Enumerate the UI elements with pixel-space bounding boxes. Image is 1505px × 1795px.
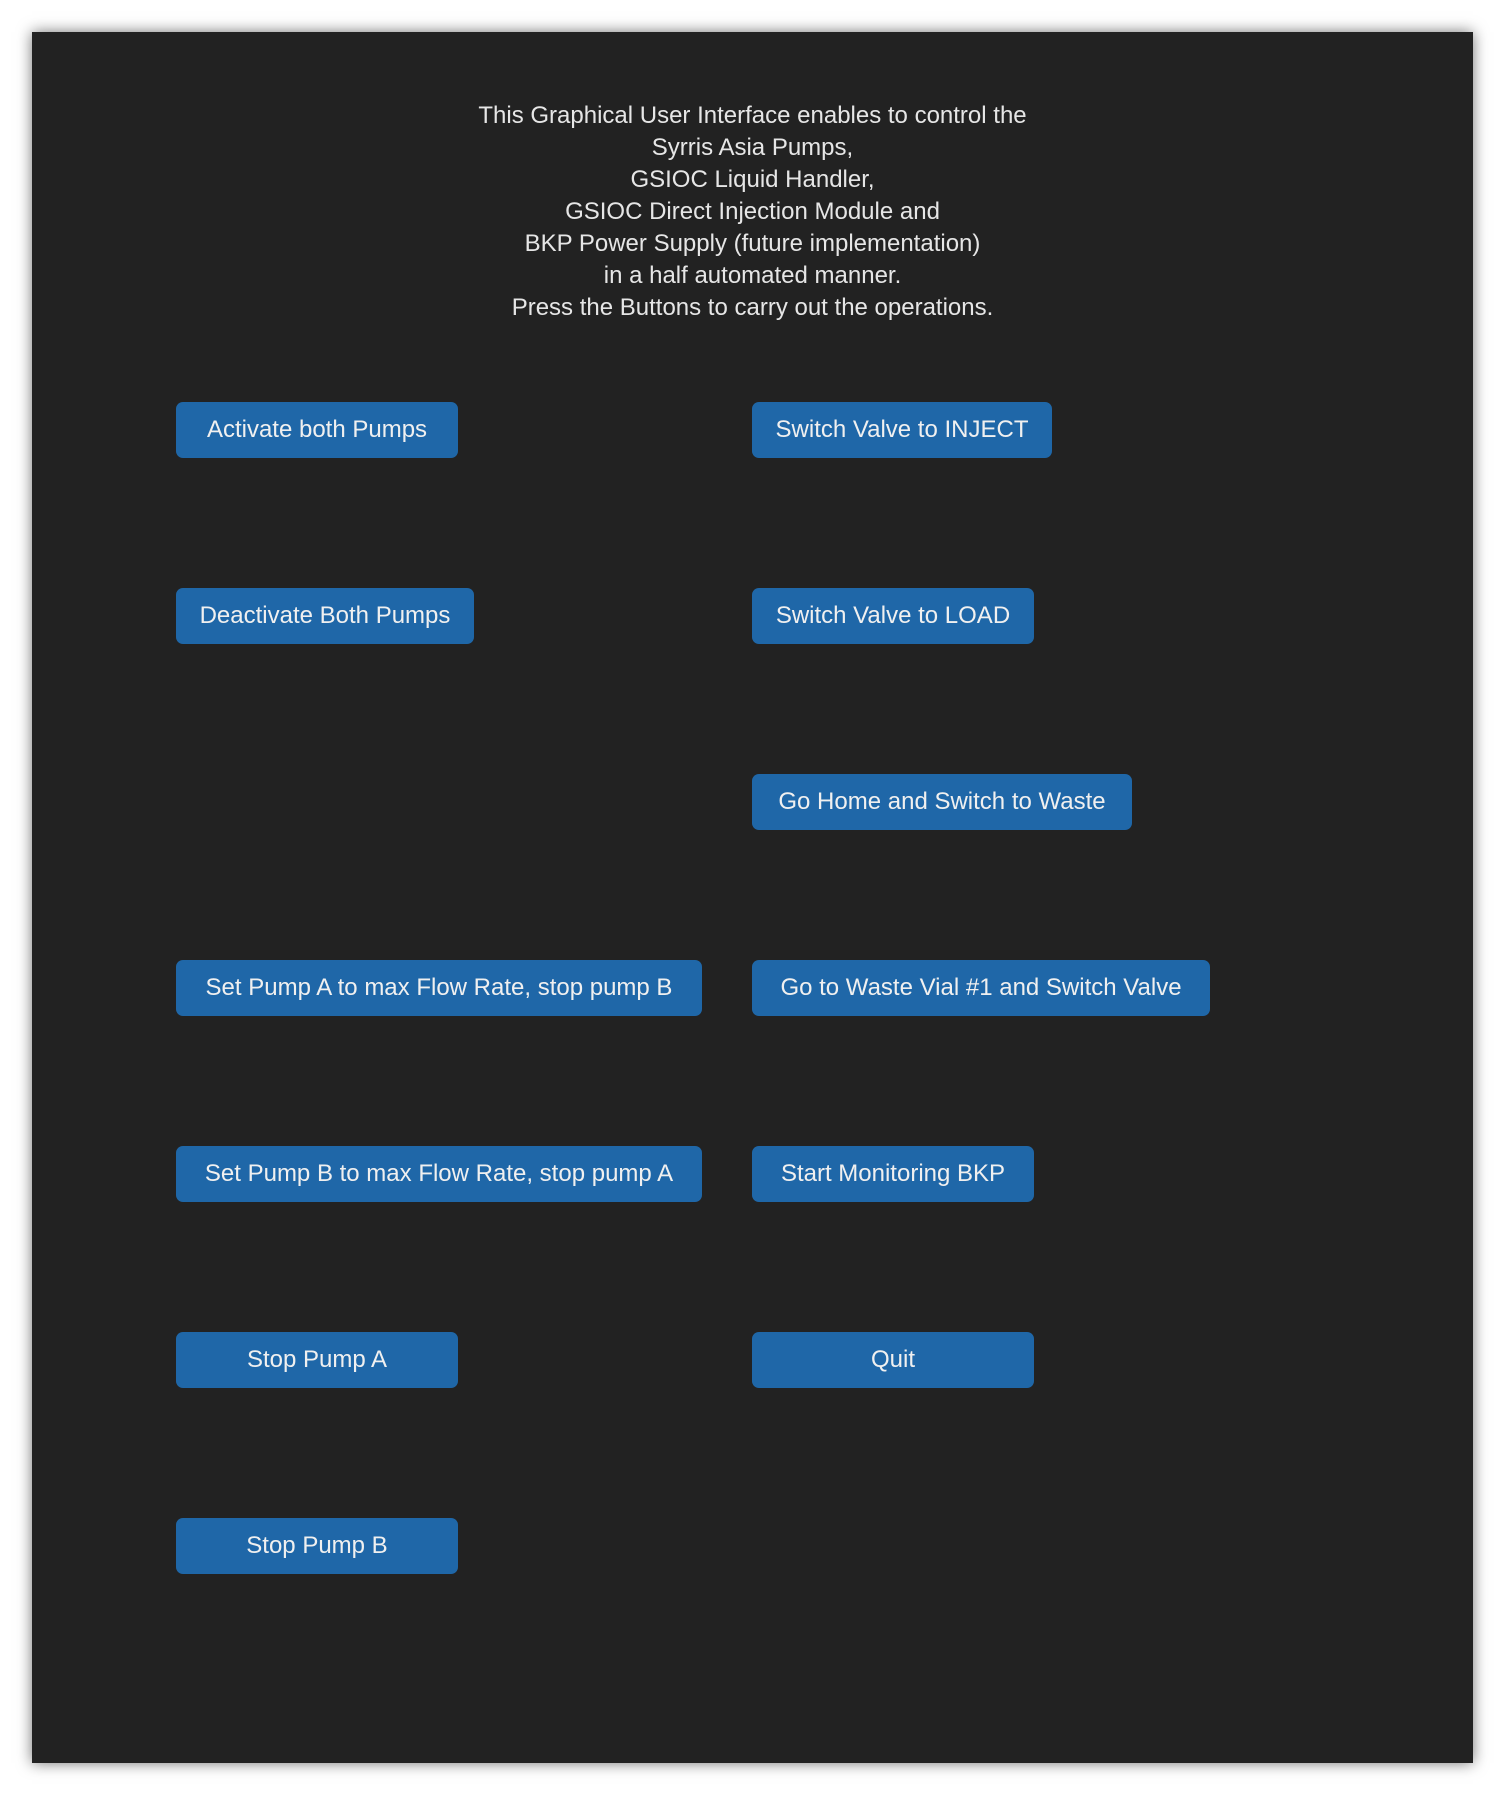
description-line: in a half automated manner.: [603, 262, 902, 289]
description-text: This Graphical User Interface enables to…: [32, 100, 1473, 324]
description-line: BKP Power Supply (future implementation): [524, 230, 981, 257]
set-pump-b-max-flow-button[interactable]: Set Pump B to max Flow Rate, stop pump A: [176, 1146, 702, 1202]
set-pump-a-max-flow-button[interactable]: Set Pump A to max Flow Rate, stop pump B: [176, 960, 702, 1016]
activate-both-pumps-button[interactable]: Activate both Pumps: [176, 402, 458, 458]
stop-pump-a-button[interactable]: Stop Pump A: [176, 1332, 458, 1388]
description-line: Syrris Asia Pumps,: [651, 134, 854, 161]
deactivate-both-pumps-button[interactable]: Deactivate Both Pumps: [176, 588, 474, 644]
description-line: This Graphical User Interface enables to…: [478, 102, 1027, 129]
go-home-switch-waste-button[interactable]: Go Home and Switch to Waste: [752, 774, 1132, 830]
app-window: This Graphical User Interface enables to…: [32, 32, 1473, 1763]
go-waste-vial-button[interactable]: Go to Waste Vial #1 and Switch Valve: [752, 960, 1210, 1016]
description-line: GSIOC Liquid Handler,: [630, 166, 875, 193]
description-line: Press the Buttons to carry out the opera…: [511, 294, 994, 321]
stop-pump-b-button[interactable]: Stop Pump B: [176, 1518, 458, 1574]
description-line: GSIOC Direct Injection Module and: [565, 198, 940, 225]
switch-valve-load-button[interactable]: Switch Valve to LOAD: [752, 588, 1034, 644]
quit-button[interactable]: Quit: [752, 1332, 1034, 1388]
start-monitoring-bkp-button[interactable]: Start Monitoring BKP: [752, 1146, 1034, 1202]
switch-valve-inject-button[interactable]: Switch Valve to INJECT: [752, 402, 1052, 458]
